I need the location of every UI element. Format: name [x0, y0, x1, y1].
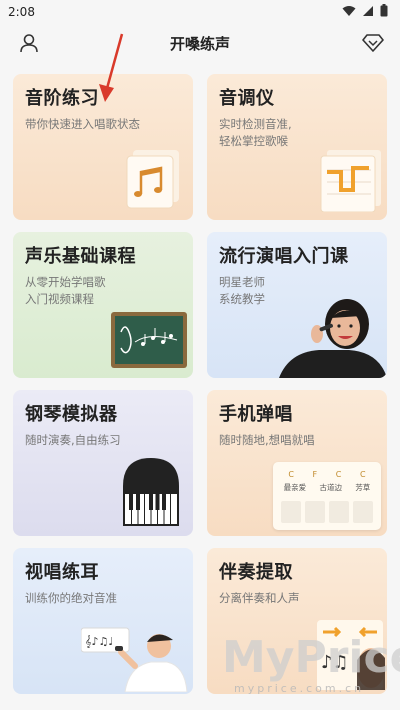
card-subtitle-line: 实时检测音准,: [219, 117, 292, 131]
piano-icon: [123, 458, 179, 526]
card-title: 视唱练耳: [25, 562, 99, 583]
card-subtitle: 随时随地,想唱就唱: [219, 433, 315, 447]
chord-label: F: [312, 470, 318, 479]
card-title: 流行演唱入门课: [219, 246, 349, 267]
lyric-text: 最亲爱: [283, 483, 307, 492]
card-phone-sing-along[interactable]: 手机弹唱 随时随地,想唱就唱 C F C C 最亲爱 古道边 芳草: [207, 390, 387, 536]
chalkboard-icon: [111, 312, 187, 368]
lyric-text: 古道边: [319, 483, 342, 492]
card-subtitle: 带你快速进入唱歌状态: [25, 117, 140, 131]
card-subtitle: 随时演奏,自由练习: [25, 433, 121, 447]
card-title: 钢琴模拟器: [25, 404, 118, 425]
card-subtitle: 分离伴奏和人声: [219, 591, 300, 605]
card-pitch-meter[interactable]: 音调仪 实时检测音准, 轻松掌控歌喉: [207, 74, 387, 220]
svg-text:♪♫: ♪♫: [321, 652, 349, 673]
chord-sheet: C F C C 最亲爱 古道边 芳草: [273, 462, 381, 530]
teacher-photo: [279, 299, 387, 378]
diamond-vip-icon[interactable]: [362, 32, 384, 54]
card-subtitle-line: 轻松掌控歌喉: [219, 134, 288, 148]
music-note-icon: [126, 150, 179, 209]
card-subtitle-line: 入门视频课程: [25, 292, 94, 306]
wifi-icon: [342, 5, 356, 20]
card-subtitle-line: 明星老师: [219, 275, 265, 289]
status-bar: 2:08: [0, 0, 400, 24]
card-title: 手机弹唱: [219, 404, 293, 425]
app-header: 开嗓练声: [0, 24, 400, 62]
card-title: 声乐基础课程: [25, 246, 136, 267]
person-icon[interactable]: [18, 32, 40, 54]
extract-illustration: ♪♫: [317, 620, 385, 690]
card-pop-singing-course[interactable]: 流行演唱入门课 明星老师 系统教学: [207, 232, 387, 378]
battery-icon: [380, 4, 388, 20]
chord-label: C: [335, 470, 342, 479]
signal-icon: [362, 5, 374, 20]
card-piano-simulator[interactable]: 钢琴模拟器 随时演奏,自由练习: [13, 390, 193, 536]
lyric-text: 芳草: [355, 483, 371, 492]
card-subtitle: 从零开始学唱歌 入门视频课程: [25, 274, 181, 308]
card-title: 伴奏提取: [219, 562, 293, 583]
card-subtitle: 实时检测音准, 轻松掌控歌喉: [219, 116, 375, 150]
singer-illustration: 𝄞♪♫♩: [81, 627, 188, 692]
annotation-arrow-icon: [99, 33, 124, 102]
card-subtitle: 训练你的绝对音准: [25, 591, 117, 605]
card-sight-singing[interactable]: 视唱练耳 训练你的绝对音准 𝄞♪♫♩: [13, 548, 193, 694]
card-subtitle-line: 从零开始学唱歌: [25, 275, 106, 289]
card-vocal-basics-course[interactable]: 声乐基础课程 从零开始学唱歌 入门视频课程: [13, 232, 193, 378]
status-icons: [342, 4, 388, 20]
page-title: 开嗓练声: [169, 34, 230, 53]
svg-text:𝄞♪♫♩: 𝄞♪♫♩: [85, 635, 114, 648]
status-time: 2:08: [8, 5, 35, 19]
chord-label: C: [360, 470, 366, 479]
card-title: 音调仪: [219, 88, 275, 109]
card-accompaniment-extract[interactable]: 伴奏提取 分离伴奏和人声 ♪♫: [207, 548, 387, 694]
pitch-chart-icon: [320, 150, 381, 212]
chord-label: C: [288, 470, 294, 479]
